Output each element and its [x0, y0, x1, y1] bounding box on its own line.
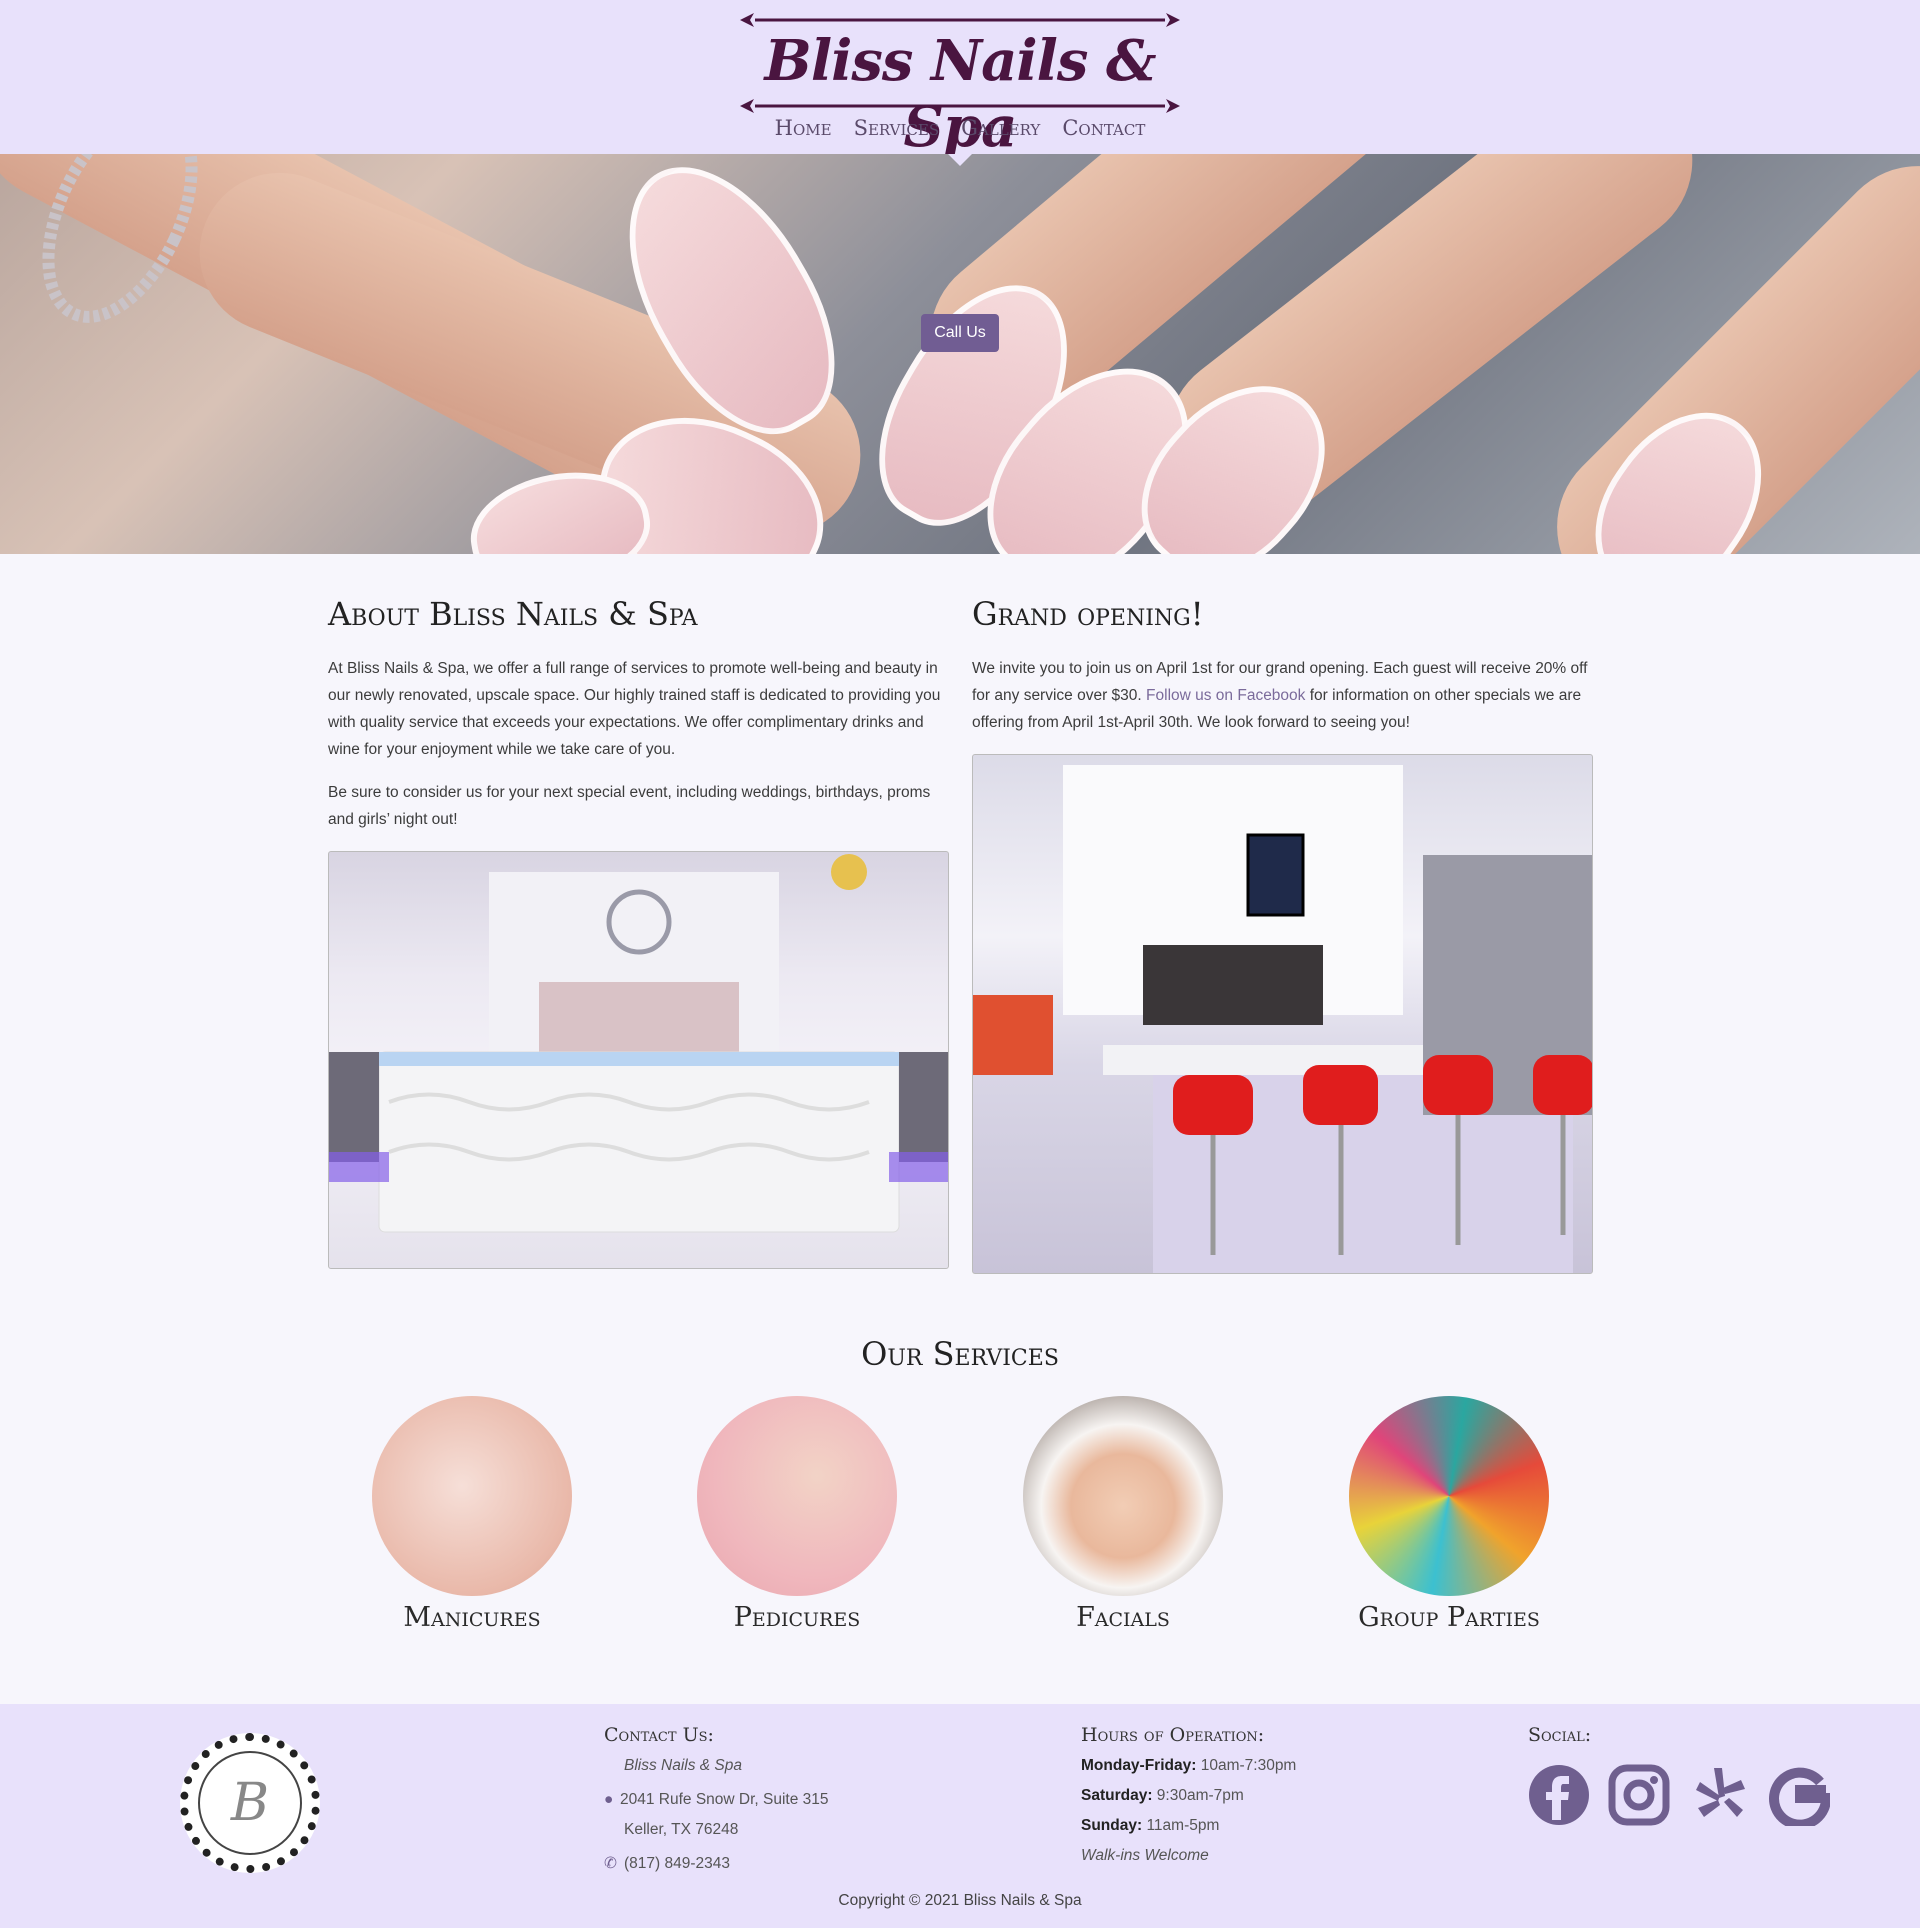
hours-note: Walk-ins Welcome	[1081, 1847, 1209, 1864]
contact-address-line-1: ● 2041 Rufe Snow Dr, Suite 315	[604, 1790, 829, 1810]
hours-weekday-value: 10am-7:30pm	[1196, 1757, 1297, 1774]
footer-logo-seal: B	[180, 1733, 320, 1873]
about-title: About Bliss Nails & Spa	[328, 595, 698, 633]
service-label: Group Parties	[1358, 1602, 1540, 1633]
hero-banner	[0, 154, 1920, 554]
service-facials[interactable]: Facials	[1003, 1396, 1243, 1633]
facebook-link[interactable]: Follow us on Facebook	[1146, 687, 1305, 704]
instagram-icon[interactable]	[1608, 1764, 1670, 1826]
hours-saturday-value: 9:30am-7pm	[1152, 1787, 1244, 1804]
hours-sunday: Sunday: 11am-5pm	[1081, 1816, 1296, 1836]
service-label: Facials	[1076, 1602, 1170, 1633]
copyright-text: Copyright © 2021 Bliss Nails & Spa	[838, 1892, 1082, 1909]
about-paragraph-1: At Bliss Nails & Spa, we offer a full ra…	[328, 660, 941, 758]
main-nav: Home Services Gallery Contact	[0, 116, 1920, 140]
pedicures-image	[697, 1396, 897, 1596]
service-pedicures[interactable]: Pedicures	[677, 1396, 917, 1633]
social-icons	[1528, 1764, 1830, 1826]
hours-heading: Hours of Operation:	[1081, 1724, 1265, 1746]
map-marker-icon: ●	[604, 1791, 614, 1808]
contact-address-line-2: Keller, TX 76248	[624, 1821, 739, 1838]
facebook-icon[interactable]	[1528, 1764, 1590, 1826]
grand-opening-paragraph: We invite you to join us on April 1st fo…	[972, 655, 1592, 736]
footer-contact: Contact Us: Bliss Nails & Spa ● 2041 Rufe…	[604, 1724, 829, 1874]
bar-illustration	[973, 765, 1592, 1273]
hours-weekday-label: Monday-Friday:	[1081, 1757, 1197, 1774]
nav-home[interactable]: Home	[775, 116, 832, 140]
site-logo[interactable]: Bliss Nails & Spa	[735, 8, 1185, 160]
site-footer: B Contact Us: Bliss Nails & Spa ● 2041 Ru…	[0, 1704, 1920, 1928]
hours-sunday-value: 11am-5pm	[1142, 1817, 1220, 1834]
nav-contact[interactable]: Contact	[1062, 116, 1145, 140]
grand-opening-title: Grand opening!	[972, 595, 1204, 633]
nav-services[interactable]: Services	[854, 116, 940, 140]
reception-illustration	[329, 854, 948, 1233]
ring-icon	[42, 154, 198, 323]
about-section: About Bliss Nails & Spa At Bliss Nails &…	[328, 595, 948, 833]
hours-weekday: Monday-Friday: 10am-7:30pm	[1081, 1756, 1296, 1776]
site-header: Bliss Nails & Spa Home Services Gallery …	[0, 0, 1920, 160]
service-manicures[interactable]: Manicures	[352, 1396, 592, 1633]
group-parties-image	[1349, 1396, 1549, 1596]
contact-heading: Contact Us:	[604, 1724, 714, 1746]
salon-bar-photo	[972, 754, 1593, 1274]
contact-business-name: Bliss Nails & Spa	[624, 1757, 743, 1774]
footer-social-heading: Social:	[1528, 1724, 1591, 1746]
service-label: Manicures	[403, 1602, 541, 1633]
manicures-image	[372, 1396, 572, 1596]
phone-icon: ✆	[604, 1855, 617, 1872]
nav-active-caret	[948, 154, 972, 166]
seal-letter: B	[198, 1751, 302, 1855]
hours-sunday-label: Sunday:	[1081, 1817, 1143, 1834]
nav-gallery[interactable]: Gallery	[961, 116, 1040, 140]
about-paragraph-2: Be sure to consider us for your next spe…	[328, 784, 931, 828]
address-text: 2041 Rufe Snow Dr, Suite 315	[620, 1791, 829, 1808]
google-icon[interactable]	[1768, 1764, 1830, 1826]
phone-text: (817) 849-2343	[624, 1855, 730, 1872]
hours-saturday-label: Saturday:	[1081, 1787, 1153, 1804]
services-section-title: Our Services	[0, 1335, 1920, 1373]
hours-saturday: Saturday: 9:30am-7pm	[1081, 1786, 1296, 1806]
social-heading: Social:	[1528, 1724, 1592, 1746]
logo-text: Bliss Nails & Spa	[764, 28, 1156, 160]
salon-reception-photo	[328, 851, 949, 1269]
yelp-icon[interactable]	[1688, 1764, 1750, 1826]
service-label: Pedicures	[733, 1602, 861, 1633]
facials-image	[1023, 1396, 1223, 1596]
contact-phone[interactable]: ✆ (817) 849-2343	[604, 1854, 829, 1874]
services-title: Our Services	[861, 1335, 1059, 1373]
footer-hours: Hours of Operation: Monday-Friday: 10am-…	[1081, 1724, 1296, 1866]
service-group-parties[interactable]: Group Parties	[1329, 1396, 1569, 1633]
call-us-button[interactable]: Call Us	[921, 314, 999, 352]
grand-opening-section: Grand opening! We invite you to join us …	[972, 595, 1592, 736]
